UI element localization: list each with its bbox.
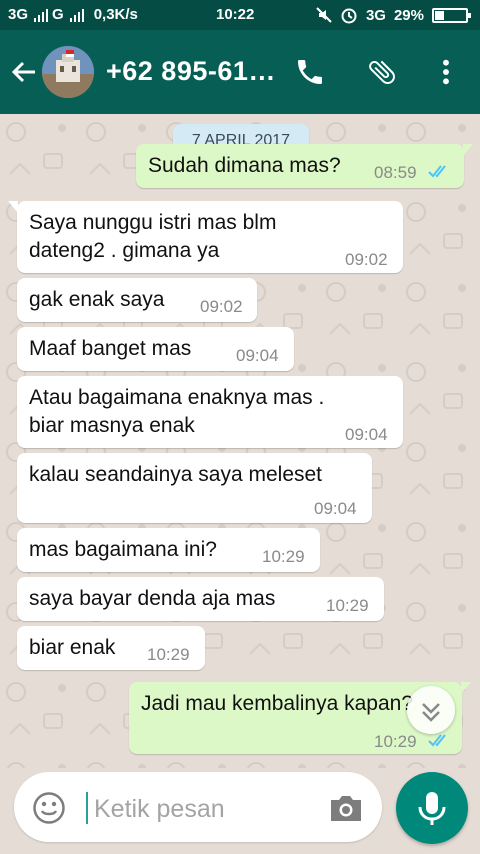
status-left: 3G G 0,3K/s — [8, 6, 138, 23]
mic-button[interactable] — [396, 772, 468, 844]
message-input-container[interactable] — [14, 772, 382, 842]
bubble-tail — [461, 682, 471, 694]
message-bubble-incoming[interactable]: saya bayar denda aja mas 10:29 — [17, 577, 384, 621]
bubble-tail — [463, 144, 473, 156]
message-time: 10:29 — [326, 596, 369, 615]
message-time: 10:29 — [262, 547, 305, 566]
double-check-read-icon — [428, 165, 446, 178]
message-text-line: Atau bagaimana enaknya mas . — [29, 386, 325, 409]
alarm-icon — [341, 8, 357, 24]
status-right: 3G 29% — [316, 6, 471, 24]
more-vert-icon[interactable] — [430, 56, 462, 88]
network-type-1: 3G — [8, 6, 29, 23]
message-bubble-incoming[interactable]: Maaf banget mas 09:04 — [17, 327, 294, 371]
message-bubble-incoming[interactable]: Atau bagaimana enaknya mas . biar masnya… — [17, 376, 403, 448]
message-list[interactable]: 7 APRIL 2017 Sudah dimana mas? 08:59 Say… — [0, 114, 480, 768]
bubble-tail — [8, 201, 18, 213]
chat-header: +62 895-61… — [0, 30, 480, 114]
signal-icon — [69, 8, 84, 22]
message-input[interactable] — [94, 792, 324, 826]
message-text-line: Saya nunggu istri mas blm — [29, 211, 277, 234]
battery-icon — [432, 7, 471, 23]
network-type-3: 3G — [365, 6, 386, 24]
message-time: 09:02 — [345, 250, 388, 269]
signal-icon — [34, 8, 49, 22]
mic-icon — [418, 792, 446, 825]
double-check-read-icon — [428, 734, 446, 747]
text-cursor — [86, 792, 88, 824]
message-text: Sudah dimana mas? — [148, 154, 341, 177]
mute-icon — [316, 7, 332, 23]
message-text: mas bagaimana ini? — [29, 538, 217, 561]
battery-percent: 29% — [393, 6, 424, 24]
message-bubble-incoming[interactable]: Saya nunggu istri mas blm dateng2 . gima… — [8, 201, 403, 273]
clock: 10:22 — [216, 6, 255, 23]
phone-icon[interactable] — [294, 56, 326, 88]
message-bubble-incoming[interactable]: biar enak 10:29 — [17, 626, 205, 670]
message-time: 08:59 — [374, 163, 417, 182]
message-bubble-outgoing[interactable]: Sudah dimana mas? 08:59 — [136, 144, 473, 188]
message-text-line: dateng2 . gimana ya — [29, 239, 220, 262]
battery-level — [435, 10, 444, 20]
camera-icon[interactable] — [328, 792, 364, 824]
message-text: kalau seandainya saya meleset — [29, 463, 323, 486]
message-time: 09:04 — [314, 499, 357, 518]
message-bubble-incoming[interactable]: kalau seandainya saya meleset 09:04 — [17, 453, 372, 523]
message-bubble-incoming[interactable]: mas bagaimana ini? 10:29 — [17, 528, 320, 572]
message-bubble-incoming[interactable]: gak enak saya 09:02 — [17, 278, 257, 322]
message-text-line: biar masnya enak — [29, 414, 195, 437]
emoji-icon[interactable] — [32, 791, 66, 825]
message-time: 09:04 — [345, 425, 388, 444]
message-text: Maaf banget mas — [29, 337, 192, 360]
scroll-to-bottom-button[interactable] — [407, 686, 455, 734]
contact-name[interactable]: +62 895-61… — [106, 56, 276, 87]
network-type-2: G — [52, 6, 64, 23]
message-time: 10:29 — [147, 645, 190, 664]
message-text: gak enak saya — [29, 288, 165, 311]
arrow-left-icon[interactable] — [10, 58, 38, 86]
composer-bar — [0, 768, 480, 854]
avatar[interactable] — [42, 46, 94, 98]
message-text: biar enak — [29, 636, 116, 659]
message-text: Jadi mau kembalinya kapan? — [141, 692, 413, 715]
chevron-down-icon — [422, 703, 440, 722]
message-time: 09:02 — [200, 297, 243, 316]
message-text: saya bayar denda aja mas — [29, 587, 276, 610]
message-time: 09:04 — [236, 346, 279, 365]
status-bar: 3G G 0,3K/s 10:22 3G 29% — [0, 0, 480, 30]
paperclip-icon[interactable] — [366, 56, 398, 88]
network-speed: 0,3K/s — [93, 6, 138, 23]
